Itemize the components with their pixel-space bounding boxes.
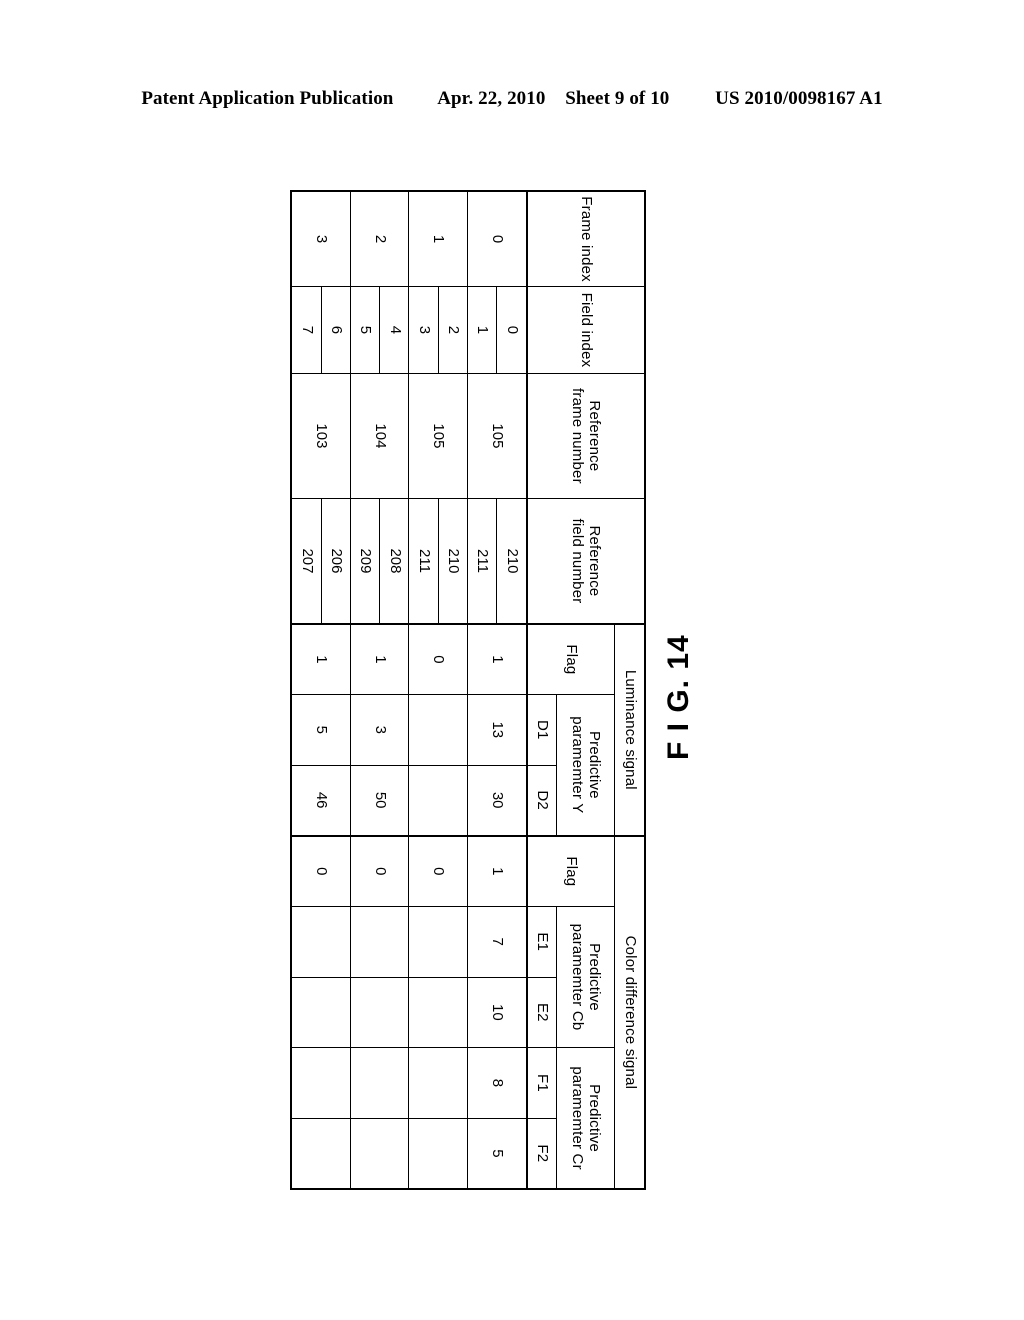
reference-field-number-line2: field number (568, 518, 586, 604)
cell-reference-field-number: 211 (408, 498, 439, 624)
cell-luminance-flag: 1 (467, 623, 527, 695)
table-row: 0 0 105 210 1 13 30 1 7 10 8 5 (467, 191, 527, 1189)
table-row: 3 6 103 206 1 5 46 0 (291, 191, 351, 1189)
predictive-cr-line1: Predictive (586, 1084, 604, 1152)
sheet-number: Sheet 9 of 10 (565, 88, 670, 109)
patent-number: US 2010/0098167 A1 (715, 88, 883, 109)
publication-title: Patent Application Publication (141, 88, 394, 109)
cell-f1 (291, 1047, 351, 1119)
figure-table-container: Frame index Field index Reference frame … (290, 190, 646, 1190)
cell-f1: 8 (467, 1047, 527, 1119)
col-header-field-index: Field index (526, 286, 645, 374)
cell-reference-field-number: 207 (291, 498, 322, 624)
cell-reference-field-number: 211 (467, 498, 497, 624)
reference-picture-table: Frame index Field index Reference frame … (290, 190, 646, 1190)
col-header-reference-field-number: Reference field number (526, 498, 645, 624)
table-row: 1 2 105 210 0 0 (408, 191, 468, 1189)
cell-reference-field-number: 206 (321, 498, 351, 624)
col-header-f2: F2 (526, 1118, 557, 1189)
cell-e1 (408, 906, 468, 978)
publication-date: Apr. 22, 2010 (437, 88, 546, 109)
col-header-luminance-flag: Flag (526, 623, 615, 695)
cell-e2 (350, 977, 409, 1048)
cell-reference-frame-number: 103 (291, 373, 351, 499)
predictive-cb-line1: Predictive (586, 943, 604, 1011)
col-header-frame-index: Frame index (526, 191, 645, 287)
cell-d2: 30 (467, 765, 527, 836)
col-header-e2: E2 (526, 977, 557, 1048)
cell-color-flag: 0 (291, 835, 351, 907)
cell-luminance-flag: 1 (291, 623, 351, 695)
cell-color-flag: 0 (350, 835, 409, 907)
col-header-d2: D2 (526, 765, 557, 836)
group-header-luminance-signal: Luminance signal (614, 623, 645, 836)
table-row: 2 4 104 208 1 3 50 0 (350, 191, 409, 1189)
cell-reference-frame-number: 105 (467, 373, 527, 499)
cell-d2: 50 (350, 765, 409, 836)
reference-frame-number-line1: Reference (586, 400, 604, 472)
cell-reference-frame-number: 104 (350, 373, 409, 499)
group-header-color-difference-signal: Color difference signal (614, 835, 645, 1189)
col-header-f1: F1 (526, 1047, 557, 1119)
cell-reference-field-number: 210 (438, 498, 468, 624)
col-header-d1: D1 (526, 694, 557, 766)
cell-e2: 10 (467, 977, 527, 1048)
cell-field-index: 3 (408, 286, 439, 374)
cell-e1 (291, 906, 351, 978)
cell-reference-field-number: 208 (379, 498, 409, 624)
cell-frame-index: 2 (350, 191, 409, 287)
cell-field-index: 0 (496, 286, 527, 374)
cell-frame-index: 3 (291, 191, 351, 287)
predictive-y-line1: Predictive (586, 730, 604, 799)
col-header-e1: E1 (526, 906, 557, 978)
group-header-predictive-parameter-y: Predictive paramemter Y (556, 694, 615, 836)
cell-reference-frame-number: 105 (408, 373, 468, 499)
cell-frame-index: 1 (408, 191, 468, 287)
cell-field-index: 7 (291, 286, 322, 374)
cell-frame-index: 0 (467, 191, 527, 287)
figure-table-rotation: Frame index Field index Reference frame … (290, 190, 646, 1190)
patent-drawing-page: Patent Application Publication Apr. 22, … (0, 0, 1024, 1320)
cell-d2: 46 (291, 765, 351, 836)
cell-e2 (291, 977, 351, 1048)
cell-reference-field-number: 209 (350, 498, 380, 624)
cell-f2 (350, 1118, 409, 1189)
cell-luminance-flag: 1 (350, 623, 409, 695)
cell-e1: 7 (467, 906, 527, 978)
cell-field-index: 5 (350, 286, 380, 374)
cell-f1 (350, 1047, 409, 1119)
reference-frame-number-line2: frame number (568, 388, 586, 484)
cell-field-index: 2 (438, 286, 468, 374)
cell-d1: 13 (467, 694, 527, 766)
table-header-row-1: Frame index Field index Reference frame … (526, 191, 645, 1189)
group-header-predictive-parameter-cr: Predictive paramemter Cr (556, 1047, 615, 1189)
predictive-y-line2: paramemter Y (568, 716, 586, 814)
cell-d2 (408, 765, 468, 836)
cell-color-flag: 1 (467, 835, 527, 907)
cell-d1: 5 (291, 694, 351, 766)
cell-f2: 5 (467, 1118, 527, 1189)
cell-luminance-flag: 0 (408, 623, 468, 695)
reference-field-number-line1: Reference (586, 525, 604, 597)
cell-color-flag: 0 (408, 835, 468, 907)
predictive-cb-line2: paramemter Cb (568, 923, 586, 1031)
cell-field-index: 6 (321, 286, 351, 374)
cell-f2 (291, 1118, 351, 1189)
cell-d1 (408, 694, 468, 766)
figure-label: F I G. 14 (662, 634, 695, 760)
publication-header: Patent Application Publication Apr. 22, … (0, 88, 1024, 110)
cell-field-index: 1 (467, 286, 497, 374)
cell-e1 (350, 906, 409, 978)
cell-reference-field-number: 210 (496, 498, 527, 624)
predictive-cr-line2: paramemter Cr (568, 1066, 586, 1170)
col-header-color-flag: Flag (526, 835, 615, 907)
col-header-reference-frame-number: Reference frame number (526, 373, 645, 499)
cell-f2 (408, 1118, 468, 1189)
cell-f1 (408, 1047, 468, 1119)
cell-e2 (408, 977, 468, 1048)
cell-d1: 3 (350, 694, 409, 766)
cell-field-index: 4 (379, 286, 409, 374)
group-header-predictive-parameter-cb: Predictive paramemter Cb (556, 906, 615, 1048)
